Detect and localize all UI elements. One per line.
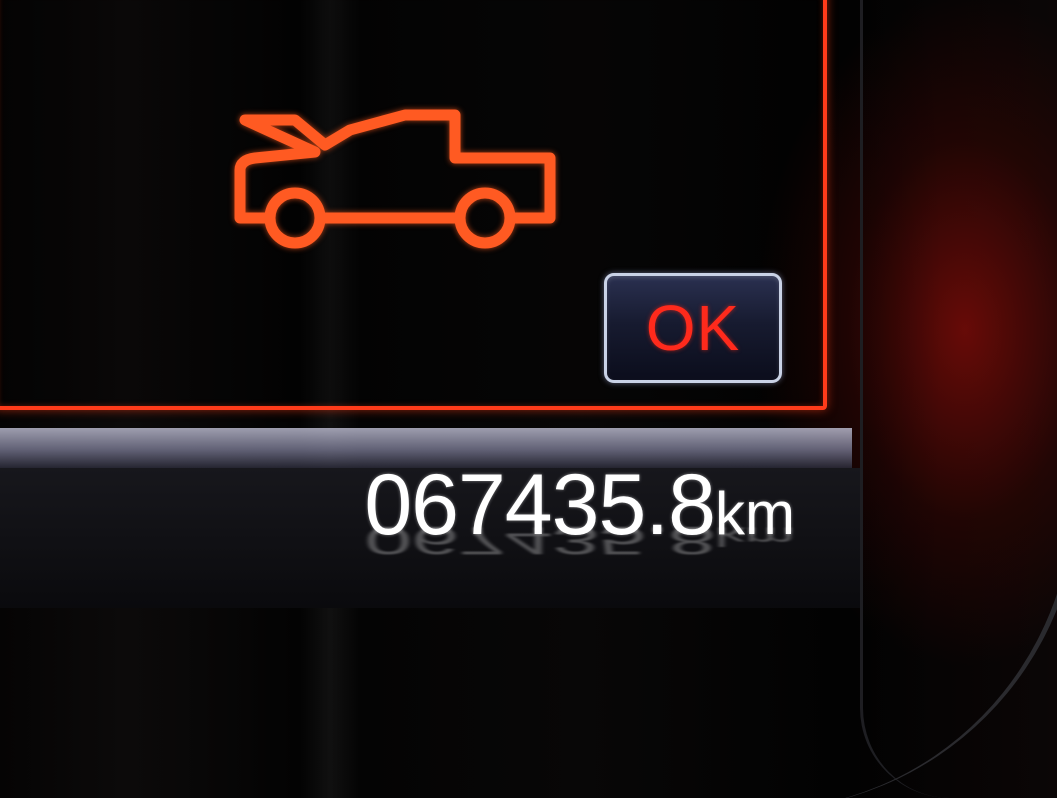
odometer-reflection-value: 067435.8 (364, 519, 716, 563)
hood-open-icon (234, 109, 556, 249)
instrument-cluster-display: OK 067435.8km 067435.8km (0, 0, 1057, 798)
